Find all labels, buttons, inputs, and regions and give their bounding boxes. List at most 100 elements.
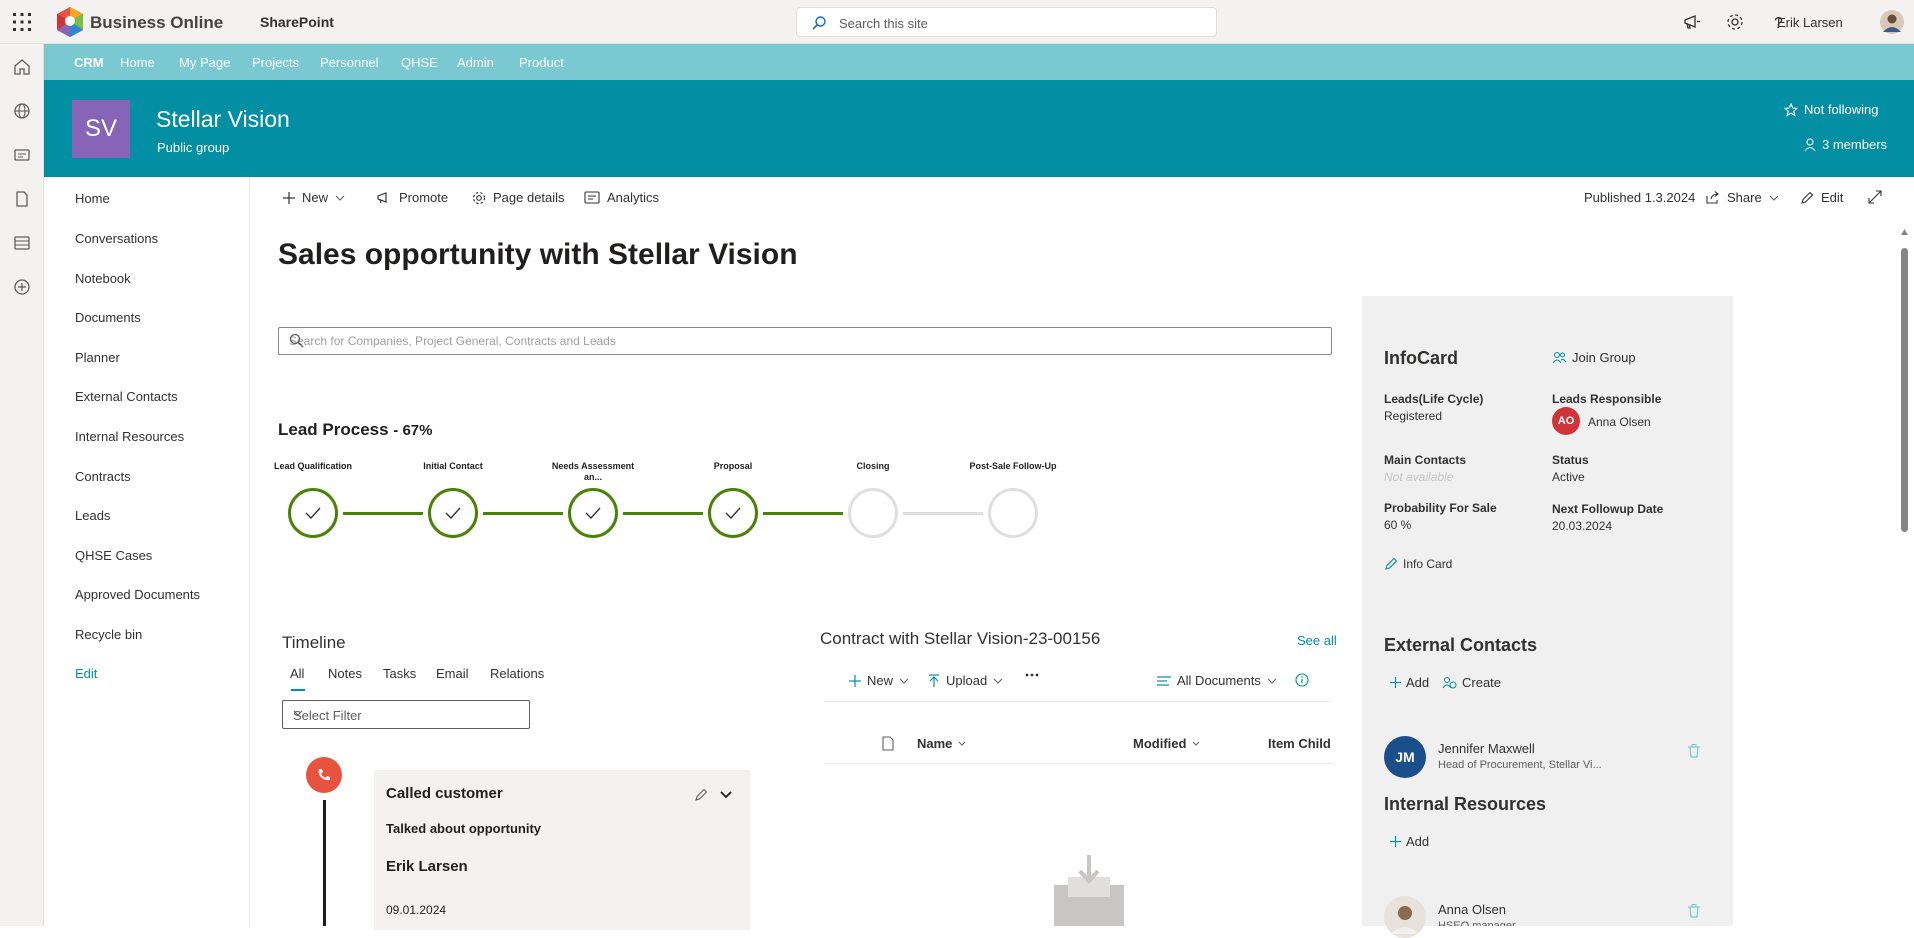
share-button[interactable]: Share — [1706, 190, 1779, 205]
scrollbar-thumb[interactable] — [1901, 248, 1908, 532]
timeline-tab-notes[interactable]: Notes — [328, 666, 362, 681]
hub-link-my-page[interactable]: My Page — [179, 55, 230, 70]
responsible-name[interactable]: Anna Olsen — [1588, 415, 1651, 429]
search-icon[interactable] — [289, 333, 1321, 348]
timeline-tab-all[interactable]: All — [290, 666, 304, 681]
add-internal-resource-button[interactable]: Add — [1390, 834, 1429, 849]
site-logo[interactable]: SV — [72, 100, 130, 158]
probability-label: Probability For Sale — [1384, 501, 1497, 515]
members-button[interactable]: 3 members — [1804, 137, 1887, 152]
column-header-name[interactable]: Name — [917, 736, 966, 751]
brand-logo[interactable] — [52, 4, 88, 40]
user-name[interactable]: Erik Larsen — [1777, 15, 1843, 30]
gear-icon[interactable] — [1725, 12, 1745, 32]
resource-role: HSEQ manager — [1438, 920, 1516, 926]
expand-button[interactable] — [1868, 190, 1882, 204]
globe-icon[interactable] — [12, 101, 32, 121]
hub-link-home[interactable]: Home — [120, 55, 155, 70]
add-circle-icon[interactable] — [12, 277, 32, 297]
user-avatar[interactable] — [1880, 10, 1904, 34]
column-header-modified[interactable]: Modified — [1133, 736, 1200, 751]
timeline-filter-select[interactable]: Select Filter — [282, 700, 530, 729]
create-contact-button[interactable]: Create — [1442, 675, 1501, 690]
see-all-link[interactable]: See all — [1297, 633, 1337, 648]
news-icon[interactable] — [12, 145, 32, 165]
lead-step-circle[interactable] — [988, 488, 1038, 538]
nav-item-qhse-cases[interactable]: QHSE Cases — [75, 548, 152, 563]
nav-item-home[interactable]: Home — [75, 191, 110, 206]
nav-edit-link[interactable]: Edit — [75, 666, 97, 681]
nav-item-documents[interactable]: Documents — [75, 310, 141, 325]
probability-value: 60 % — [1384, 518, 1412, 532]
lead-process-title: Lead Process - 67% — [278, 420, 432, 440]
megaphone-icon[interactable] — [1682, 12, 1702, 32]
nav-item-internal-resources[interactable]: Internal Resources — [75, 429, 184, 444]
column-modified-label: Modified — [1133, 736, 1187, 751]
nav-item-planner[interactable]: Planner — [75, 350, 120, 365]
list-icon[interactable] — [12, 233, 32, 253]
lead-step-circle[interactable] — [288, 488, 338, 538]
upload-button[interactable]: Upload — [928, 673, 1003, 688]
resource-photo[interactable] — [1384, 896, 1426, 938]
contract-library-title[interactable]: Contract with Stellar Vision-23-00156 — [820, 629, 1100, 649]
resource-name[interactable]: Anna Olsen — [1438, 902, 1506, 917]
library-new-button[interactable]: New — [849, 673, 909, 688]
analytics-button[interactable]: Analytics — [584, 190, 659, 205]
document-icon[interactable] — [12, 189, 32, 209]
info-card-link[interactable]: Info Card — [1384, 557, 1452, 571]
lead-step-circle[interactable] — [428, 488, 478, 538]
nav-item-conversations[interactable]: Conversations — [75, 231, 158, 246]
timeline-tab-email[interactable]: Email — [436, 666, 469, 681]
follow-button[interactable]: Not following — [1784, 102, 1878, 117]
view-selector[interactable]: All Documents — [1157, 673, 1277, 688]
promote-button[interactable]: Promote — [376, 190, 448, 205]
edit-page-button[interactable]: Edit — [1800, 190, 1843, 205]
file-type-column-icon[interactable] — [882, 736, 894, 751]
chevron-down-icon[interactable] — [720, 791, 732, 799]
chevron-down-icon — [993, 678, 1003, 684]
hub-link-qhse[interactable]: QHSE — [401, 55, 438, 70]
promote-label: Promote — [399, 190, 449, 205]
more-actions-icon[interactable] — [1025, 673, 1039, 677]
hub-link-admin[interactable]: Admin — [457, 55, 494, 70]
add-external-contact-button[interactable]: Add — [1390, 675, 1429, 690]
nav-item-notebook[interactable]: Notebook — [75, 271, 131, 286]
home-icon[interactable] — [12, 57, 32, 77]
timeline-entry-card[interactable]: Called customer Talked about opportunity… — [374, 770, 750, 930]
contact-name[interactable]: Jennifer Maxwell — [1438, 741, 1535, 756]
upload-label: Upload — [946, 673, 988, 688]
lead-step-circle[interactable] — [708, 488, 758, 538]
site-title[interactable]: Stellar Vision — [156, 106, 290, 133]
nav-item-external-contacts[interactable]: External Contacts — [75, 389, 178, 404]
info-icon[interactable] — [1295, 673, 1309, 687]
edit-entry-icon[interactable] — [694, 788, 708, 802]
delete-resource-icon[interactable] — [1688, 904, 1700, 918]
new-button[interactable]: New — [283, 190, 345, 205]
contact-avatar[interactable]: JM — [1384, 736, 1426, 778]
lead-step-circle[interactable] — [848, 488, 898, 538]
hub-link-projects[interactable]: Projects — [252, 55, 299, 70]
delete-contact-icon[interactable] — [1688, 744, 1700, 758]
app-launcher-icon[interactable] — [10, 10, 34, 34]
site-search-placeholder: Search this site — [839, 16, 928, 31]
crm-search-input[interactable]: Search for Companies, Project General, C… — [278, 327, 1332, 355]
library-toolbar-divider — [824, 701, 1332, 702]
join-group-button[interactable]: Join Group — [1552, 350, 1636, 365]
column-header-item-child[interactable]: Item Child C — [1268, 736, 1332, 751]
hub-link-personnel[interactable]: Personnel — [320, 55, 379, 70]
lead-process-percent: - 67% — [393, 422, 433, 439]
nav-item-approved-documents[interactable]: Approved Documents — [75, 587, 200, 602]
timeline-tab-relations[interactable]: Relations — [490, 666, 544, 681]
site-search-box[interactable]: Search this site — [796, 7, 1217, 37]
app-name[interactable]: SharePoint — [260, 14, 334, 30]
lead-step-circle[interactable] — [568, 488, 618, 538]
page-details-button[interactable]: Page details — [472, 190, 565, 205]
hub-link-product[interactable]: Product — [519, 55, 564, 70]
hub-link-crm[interactable]: CRM — [74, 55, 104, 70]
timeline-tab-tasks[interactable]: Tasks — [383, 666, 416, 681]
nav-item-recycle-bin[interactable]: Recycle bin — [75, 627, 142, 642]
nav-item-leads[interactable]: Leads — [75, 508, 110, 523]
nav-item-contracts[interactable]: Contracts — [75, 469, 131, 484]
lead-step-label: Closing — [856, 461, 890, 471]
responsible-avatar[interactable]: AO — [1552, 407, 1580, 435]
